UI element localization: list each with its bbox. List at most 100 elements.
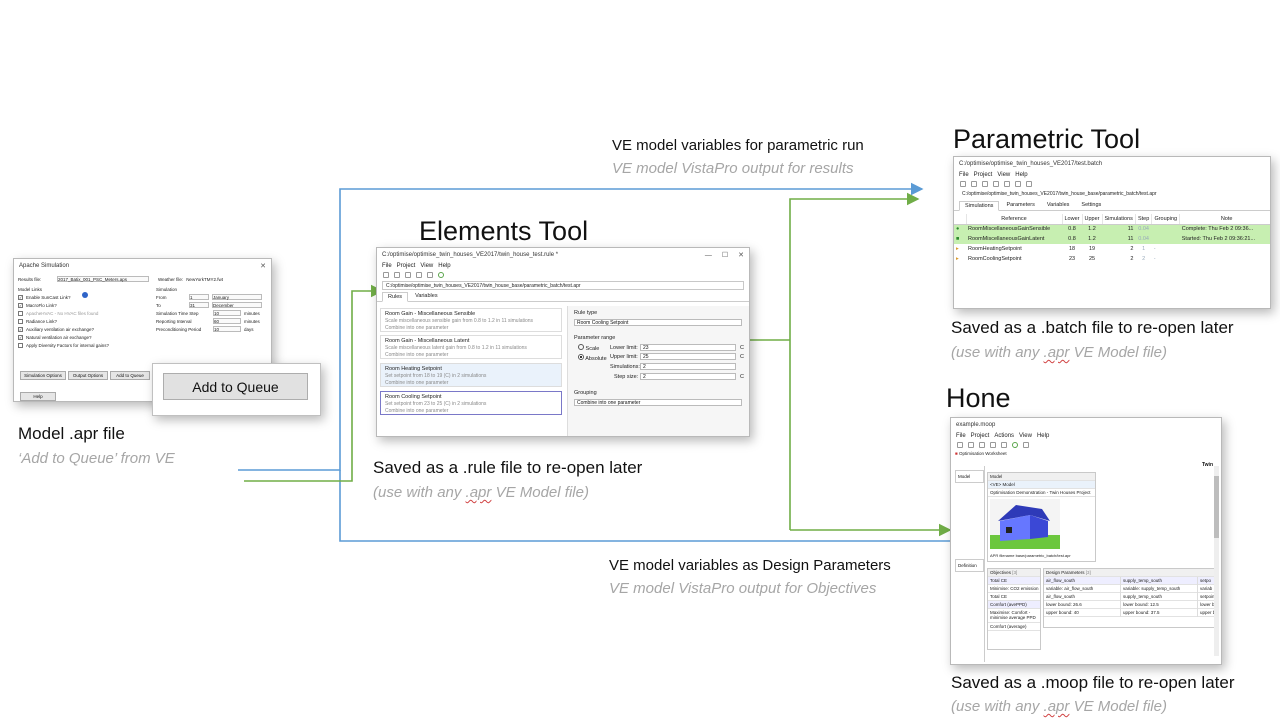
design-param-col[interactable]: supply_temp_south variable: supply_temp_… [1121, 577, 1198, 617]
col-header[interactable]: Upper [1082, 214, 1103, 225]
lower-limit-field[interactable]: 23 [640, 344, 736, 351]
step-size-field[interactable]: 2 [640, 373, 736, 380]
new-icon[interactable] [383, 272, 389, 278]
scrollbar-thumb[interactable] [1214, 476, 1219, 538]
close-icon[interactable]: ✕ [738, 251, 744, 259]
checkbox[interactable]: ✓ [18, 334, 23, 340]
menu-view[interactable]: View [1019, 433, 1032, 439]
maximize-icon[interactable]: ☐ [722, 251, 728, 259]
checkbox[interactable]: ✓ [18, 326, 23, 332]
checkbox[interactable] [18, 318, 23, 324]
tab-parameters[interactable]: Parameters [1001, 201, 1039, 210]
remove-icon[interactable] [427, 272, 433, 278]
add-icon[interactable] [993, 181, 999, 187]
checkbox[interactable] [18, 342, 23, 348]
rule-card[interactable]: Room Heating Setpoint Set setpoint from … [380, 363, 562, 387]
tab-variables[interactable]: Variables [1042, 201, 1075, 210]
run-icon[interactable] [1015, 181, 1021, 187]
run-icon[interactable] [1012, 442, 1018, 448]
tab-simulations[interactable]: Simulations [959, 201, 1000, 211]
model-link-row[interactable]: ✓ Natural ventilation air exchange? [18, 333, 148, 341]
worksheet-tab[interactable]: ■ Optimisation Worksheet [955, 451, 1007, 456]
grouping-select[interactable]: Combine into one parameter [574, 399, 742, 406]
menu-view[interactable]: View [420, 263, 433, 269]
checkbox[interactable]: ✓ [18, 294, 23, 300]
settings-icon[interactable] [1001, 442, 1007, 448]
objective-row[interactable]: Minimise: CO2 emission [988, 585, 1040, 593]
side-definition-item[interactable]: Definition [955, 559, 984, 572]
add-icon[interactable] [416, 272, 422, 278]
table-row[interactable]: ● RoomMiscellaneousGainSensible 0.8 1.2 … [954, 224, 1270, 234]
menu-view[interactable]: View [997, 172, 1010, 178]
table-row[interactable]: ▸ RoomHeatingSetpoint 18 19 2 1 - [954, 244, 1270, 254]
new-icon[interactable] [960, 181, 966, 187]
menu-project[interactable]: Project [971, 433, 990, 439]
run-icon[interactable] [438, 272, 444, 278]
col-header[interactable]: Note [1179, 214, 1270, 225]
menu-file[interactable]: File [956, 433, 966, 439]
table-row[interactable]: ▸ RoomCoolingSetpoint 23 25 2 2 - [954, 254, 1270, 264]
design-param-col[interactable]: air_flow_south variable: air_flow_south … [1044, 577, 1121, 617]
vertical-scrollbar[interactable] [1214, 466, 1219, 656]
col-header[interactable]: Simulations [1102, 214, 1136, 225]
dp-upper[interactable]: upper bound: 40 [1044, 609, 1120, 617]
objective-row[interactable]: Comfort (average) [988, 623, 1040, 631]
objective-row[interactable]: Total CE [988, 593, 1040, 601]
menu-actions[interactable]: Actions [994, 433, 1014, 439]
col-header[interactable]: Grouping [1151, 214, 1181, 225]
to-day-select[interactable]: 31 [189, 302, 209, 308]
rule-card[interactable]: Room Gain - Miscellaneous Latent Scale m… [380, 335, 562, 359]
menu-project[interactable]: Project [397, 263, 416, 269]
precond-field[interactable]: 10 [213, 326, 241, 332]
objective-row[interactable]: Comfort (avePPD) [988, 601, 1040, 609]
open-icon[interactable] [394, 272, 400, 278]
menu-help[interactable]: Help [1037, 433, 1049, 439]
model-link-row[interactable]: Apply Diversity Factors for internal gai… [18, 341, 148, 349]
parametric-apr-path[interactable]: C:/optimise/optimise_twin_houses_VE2017/… [959, 190, 1265, 199]
stop-icon[interactable] [1023, 442, 1029, 448]
add-to-queue-small-button[interactable]: Add to Queue [110, 371, 150, 380]
minimize-icon[interactable]: — [705, 252, 712, 259]
tab-rules[interactable]: Rules [382, 292, 409, 302]
scale-radio[interactable] [578, 344, 584, 350]
dp-upper[interactable]: upper bound: 37.5 [1121, 609, 1197, 617]
upper-limit-field[interactable]: 25 [640, 353, 736, 360]
dp-lower[interactable]: lower bound: 12.5 [1121, 601, 1197, 609]
model-link-row[interactable]: ✓ Auxiliary ventilation air exchange? [18, 325, 148, 333]
reporting-select[interactable]: 60 [213, 318, 241, 324]
new-icon[interactable] [957, 442, 963, 448]
menu-file[interactable]: File [382, 263, 392, 269]
dp-upper[interactable]: upper b [1198, 609, 1214, 617]
side-model-item[interactable]: Model [955, 470, 984, 483]
simulations-field[interactable]: 2 [640, 363, 736, 370]
menu-help[interactable]: Help [1015, 172, 1027, 178]
add-icon[interactable] [990, 442, 996, 448]
dp-lower[interactable]: lower b [1198, 601, 1214, 609]
model-link-row[interactable]: ApacheHVAC - No HVAC files found [18, 309, 148, 317]
open-icon[interactable] [971, 181, 977, 187]
output-options-button[interactable]: Output Options [68, 371, 108, 380]
objective-row[interactable]: Maximise: Comfort - minimise average PPD [988, 609, 1040, 623]
rule-card[interactable]: Room Gain - Miscellaneous Sensible Scale… [380, 308, 562, 332]
add-to-queue-button[interactable]: Add to Queue [163, 373, 308, 400]
design-param-col[interactable]: setpo variab setpoint lower b upper b [1198, 577, 1214, 617]
col-header[interactable]: Step [1135, 214, 1153, 225]
rule-type-select[interactable]: Room Cooling Setpoint [574, 319, 742, 326]
help-button[interactable]: Help [20, 392, 56, 401]
dp-select[interactable]: supply_temp_south [1121, 593, 1197, 601]
col-header[interactable]: Lower [1062, 214, 1083, 225]
save-icon[interactable] [405, 272, 411, 278]
menu-file[interactable]: File [959, 172, 969, 178]
from-month-select[interactable]: January [212, 294, 262, 300]
save-icon[interactable] [982, 181, 988, 187]
model-link-row[interactable]: ✓ MacroFlo Link? [18, 301, 148, 309]
checkbox[interactable]: ✓ [18, 302, 23, 308]
col-header[interactable]: Reference [966, 214, 1063, 225]
close-icon[interactable]: ✕ [260, 262, 266, 270]
settings-icon[interactable] [1004, 181, 1010, 187]
rule-card-selected[interactable]: Room Cooling Setpoint Set setpoint from … [380, 391, 562, 415]
open-icon[interactable] [968, 442, 974, 448]
elements-apr-path[interactable]: C:/optimise/optimise_twin_houses_VE2017/… [382, 281, 744, 290]
dp-lower[interactable]: lower bound: 26.6 [1044, 601, 1120, 609]
dp-select[interactable]: setpoint [1198, 593, 1214, 601]
